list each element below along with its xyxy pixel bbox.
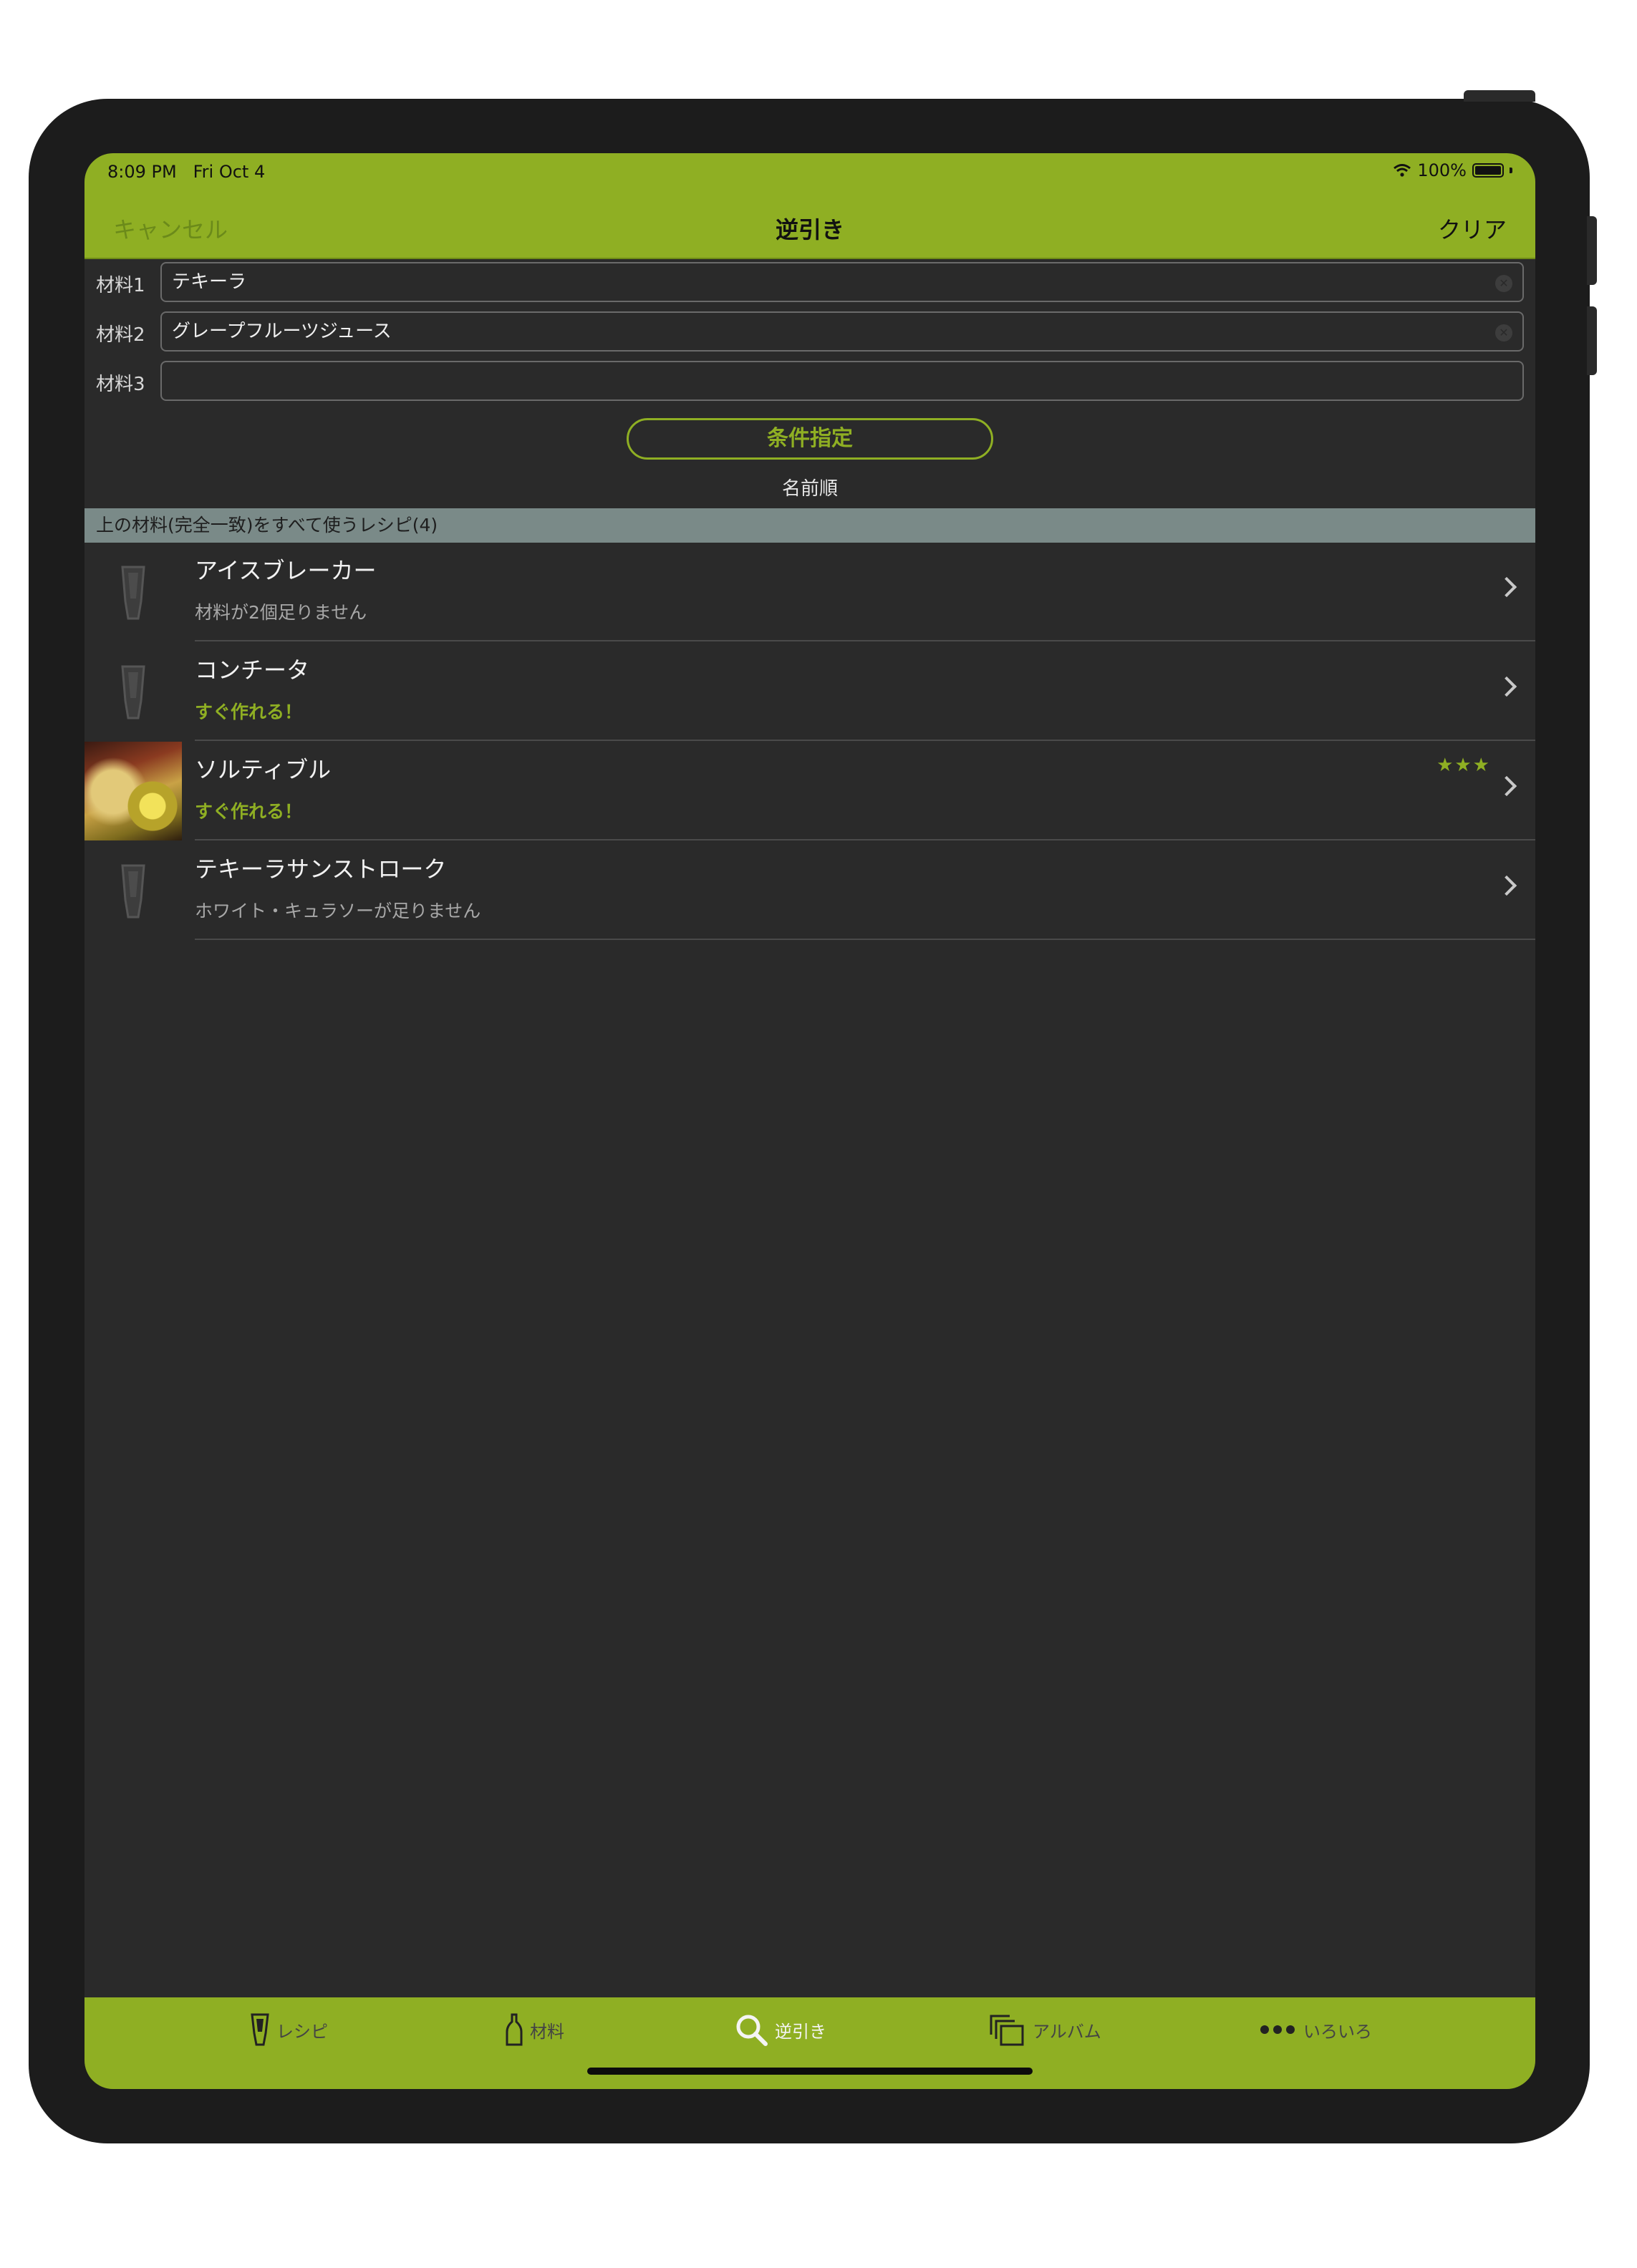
sort-order-label[interactable]: 名前順	[84, 474, 1535, 500]
tab-bar: レシピ 材料 逆引き アルバム いろいろ	[84, 1997, 1535, 2089]
battery-tip	[1510, 168, 1512, 173]
recipe-photo	[84, 742, 182, 840]
tab-album[interactable]: アルバム	[988, 2013, 1101, 2046]
recipe-thumbnail	[84, 642, 182, 741]
navigation-bar: キャンセル 逆引き クリア	[84, 199, 1535, 259]
screen: 8:09 PM Fri Oct 4 100% キャンセル 逆引き クリア 材料1…	[84, 153, 1535, 2089]
recipe-thumbnail	[84, 543, 182, 641]
recipe-row[interactable]: コンチータ すぐ作れる！	[84, 642, 1535, 741]
recipe-name: テキーラサンストローク	[195, 856, 447, 883]
chevron-right-icon	[1496, 775, 1517, 797]
tab-label: 材料	[530, 2021, 564, 2042]
ingredient-label-3: 材料3	[96, 374, 145, 395]
recipe-status: すぐ作れる！	[195, 702, 303, 722]
ingredient-input-2[interactable]: グレープフルーツジュース ✕	[160, 311, 1524, 352]
status-bar: 8:09 PM Fri Oct 4 100%	[84, 153, 1535, 199]
row-separator	[195, 939, 1535, 940]
bottle-icon	[506, 2013, 523, 2046]
status-time-date: 8:09 PM Fri Oct 4	[107, 162, 265, 182]
clear-field-icon[interactable]: ✕	[1495, 275, 1512, 292]
condition-button[interactable]: 条件指定	[627, 418, 993, 460]
chevron-right-icon	[1496, 676, 1517, 697]
clear-button[interactable]: クリア	[1438, 212, 1507, 245]
power-button	[1464, 90, 1535, 102]
tab-reverse-lookup[interactable]: 逆引き	[735, 2013, 826, 2046]
ingredient-row-3: 材料3	[84, 361, 1535, 402]
recipe-row[interactable]: ソルティブル すぐ作れる！ ★★★	[84, 742, 1535, 840]
row-separator	[195, 839, 1535, 840]
ingredient-row-1: 材料1 テキーラ ✕	[84, 262, 1535, 304]
ingredient-input-1[interactable]: テキーラ ✕	[160, 262, 1524, 302]
recipe-row[interactable]: アイスブレーカー 材料が2個足りません	[84, 543, 1535, 641]
tab-label: レシピ	[276, 2021, 328, 2042]
status-indicators: 100%	[1393, 160, 1512, 180]
recipe-name: コンチータ	[195, 656, 310, 684]
ingredient-value-1: テキーラ	[172, 271, 247, 293]
tab-ingredients[interactable]: 材料	[506, 2013, 564, 2046]
tab-label: いろいろ	[1303, 2021, 1372, 2042]
chevron-right-icon	[1496, 576, 1517, 598]
row-separator	[195, 740, 1535, 741]
ingredient-input-3[interactable]	[160, 361, 1524, 401]
ingredient-label-2: 材料2	[96, 324, 145, 346]
recipe-name: ソルティブル	[195, 756, 332, 783]
wifi-icon	[1394, 164, 1411, 177]
tab-label: 逆引き	[775, 2021, 826, 2042]
recipe-status: 材料が2個足りません	[195, 602, 367, 623]
glass-placeholder-icon	[121, 864, 145, 919]
glass-placeholder-icon	[121, 566, 145, 620]
recipe-status: すぐ作れる！	[195, 801, 303, 822]
recipe-name: アイスブレーカー	[195, 557, 377, 584]
recipe-thumbnail	[84, 841, 182, 940]
battery-icon	[1472, 163, 1504, 178]
volume-down-button	[1587, 306, 1597, 375]
album-icon	[990, 2015, 1024, 2046]
ingredient-label-1: 材料1	[96, 275, 145, 296]
ingredient-value-2: グレープフルーツジュース	[172, 321, 392, 342]
more-icon	[1260, 2025, 1295, 2034]
status-time: 8:09 PM	[107, 162, 177, 182]
home-indicator	[587, 2068, 1033, 2075]
battery-percent: 100%	[1417, 160, 1467, 180]
section-header: 上の材料(完全一致)をすべて使うレシピ(4)	[84, 508, 1535, 543]
row-separator	[195, 640, 1535, 641]
page-title: 逆引き	[775, 216, 844, 243]
chevron-right-icon	[1496, 875, 1517, 896]
search-icon	[736, 2015, 768, 2046]
tab-label: アルバム	[1033, 2021, 1101, 2042]
tab-recipe[interactable]: レシピ	[251, 2013, 328, 2046]
recipe-row[interactable]: テキーラサンストローク ホワイト・キュラソーが足りません	[84, 841, 1535, 940]
glass-placeholder-icon	[121, 665, 145, 719]
clear-field-icon[interactable]: ✕	[1495, 324, 1512, 341]
glass-icon	[251, 2013, 269, 2046]
volume-up-button	[1587, 216, 1597, 285]
status-date: Fri Oct 4	[193, 162, 266, 182]
recipe-status: ホワイト・キュラソーが足りません	[195, 901, 481, 921]
tab-misc[interactable]: いろいろ	[1259, 2013, 1372, 2046]
recipe-thumbnail	[84, 742, 182, 840]
recipe-rating-stars: ★★★	[1436, 755, 1491, 776]
ingredient-row-2: 材料2 グレープフルーツジュース ✕	[84, 311, 1535, 353]
